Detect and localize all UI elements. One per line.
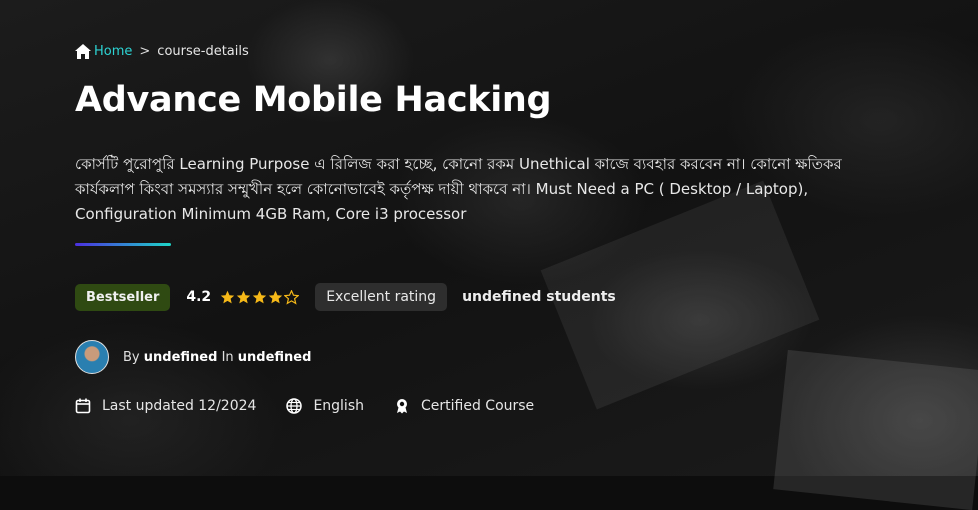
globe-icon: [286, 398, 303, 414]
breadcrumb-current: course-details: [157, 44, 249, 59]
breadcrumb-separator: >: [139, 44, 151, 59]
star-empty-icon: [284, 289, 300, 305]
page-title: Advance Mobile Hacking: [75, 80, 552, 120]
meta-language: English: [286, 398, 364, 414]
star-filled-icon: [252, 290, 267, 303]
award-icon: [397, 399, 407, 414]
rating-stars: [220, 289, 300, 305]
star-filled-icon: [236, 290, 251, 303]
background-decoration: [773, 349, 978, 510]
meta-updated: Last updated 12/2024: [75, 398, 256, 414]
author-by: By: [123, 349, 140, 365]
course-stats: Bestseller 4.2 Excellent rating undefine…: [75, 283, 616, 311]
calendar-icon: [75, 398, 91, 414]
author-text: By undefined In undefined: [123, 350, 311, 365]
accent-divider: [75, 243, 171, 246]
rating-label: Excellent rating: [315, 283, 448, 311]
certificate-label: Certified Course: [421, 398, 535, 414]
avatar[interactable]: [75, 340, 109, 374]
language-label: English: [313, 398, 364, 414]
star-filled-icon: [220, 290, 235, 303]
author-name[interactable]: undefined: [144, 350, 218, 365]
breadcrumb-home-link[interactable]: Home: [75, 44, 132, 59]
updated-label: Last updated 12/2024: [102, 398, 257, 414]
student-count: undefined students: [462, 289, 616, 305]
course-description: কোর্সটি পুরোপুরি Learning Purpose এ রিলি…: [75, 155, 842, 223]
rating-value: 4.2: [186, 289, 212, 305]
home-icon: [75, 44, 91, 59]
breadcrumb: Home > course-details: [75, 44, 249, 59]
course-meta: Last updated 12/2024 English Certified C…: [75, 398, 564, 414]
author-row: By undefined In undefined: [75, 340, 311, 374]
bestseller-badge: Bestseller: [75, 283, 171, 311]
author-category[interactable]: undefined: [238, 350, 312, 365]
breadcrumb-home-label: Home: [94, 44, 133, 59]
star-filled-icon: [268, 290, 283, 303]
author-in: In: [221, 349, 234, 365]
meta-certificate: Certified Course: [394, 398, 534, 414]
